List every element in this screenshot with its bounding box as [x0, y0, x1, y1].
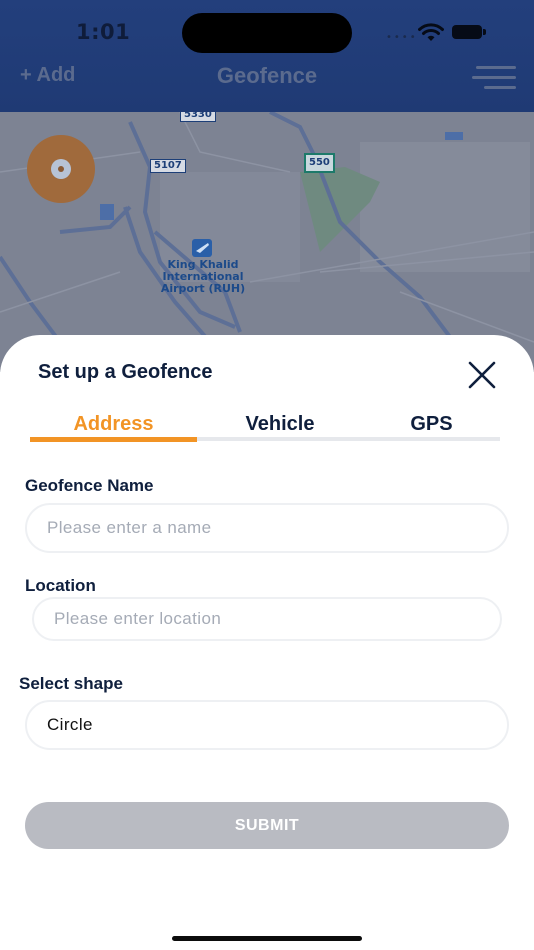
sheet-title: Set up a Geofence: [38, 361, 213, 383]
close-icon[interactable]: [466, 359, 498, 391]
tab-vehicle[interactable]: Vehicle: [197, 413, 363, 436]
location-input[interactable]: Please enter location: [32, 597, 502, 641]
airport-label: King Khalid International Airport (RUH): [160, 258, 246, 295]
map-view[interactable]: 5330 5107 550 King Khalid International …: [0, 112, 534, 372]
tab-gps[interactable]: GPS: [363, 413, 500, 436]
cellular-signal-icon: ••••: [386, 32, 418, 43]
wifi-icon: [418, 23, 444, 41]
select-shape-label: Select shape: [19, 674, 123, 693]
geofence-name-label: Geofence Name: [25, 476, 154, 495]
battery-icon: [452, 25, 486, 39]
tab-address[interactable]: Address: [30, 413, 197, 436]
status-time: 1:01: [76, 20, 131, 44]
geofence-name-input[interactable]: Please enter a name: [25, 503, 509, 553]
app-header: 1:01 •••• + Add Geofence: [0, 0, 534, 114]
road-badge-5107: 5107: [150, 159, 186, 173]
hamburger-menu-icon[interactable]: [472, 66, 516, 90]
road-badge-5330: 5330: [180, 112, 216, 122]
page-title: Geofence: [216, 63, 318, 88]
highway-badge-550: 550: [304, 153, 335, 173]
geofence-setup-sheet: Set up a Geofence Address Vehicle GPS Ge…: [0, 335, 534, 950]
dynamic-island: [182, 13, 352, 53]
shape-select[interactable]: Circle: [25, 700, 509, 750]
add-geofence-button[interactable]: + Add: [20, 64, 75, 87]
map-roads: [0, 112, 534, 372]
location-label: Location: [25, 576, 96, 595]
active-tab-indicator: [30, 437, 197, 442]
submit-button[interactable]: SUBMIT: [25, 802, 509, 849]
home-indicator: [172, 936, 362, 941]
